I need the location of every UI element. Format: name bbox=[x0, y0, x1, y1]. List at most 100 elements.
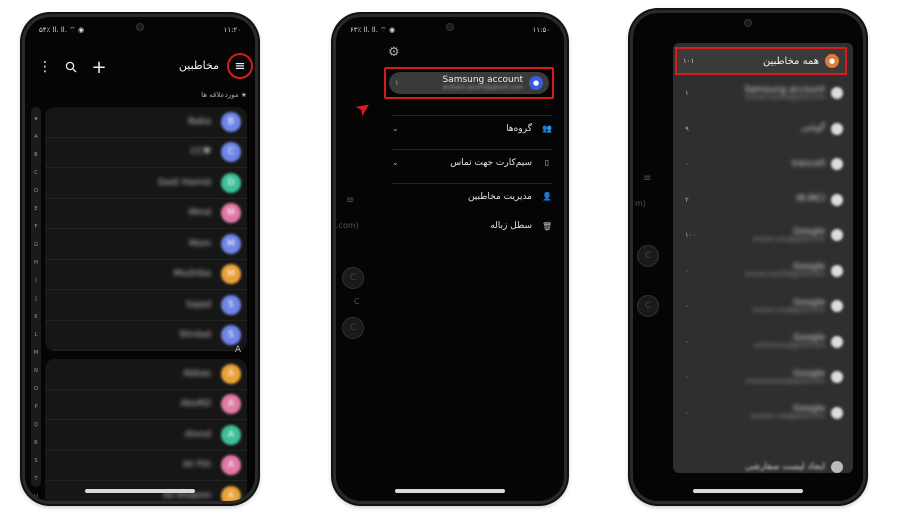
menu-icon-behind: ≡ bbox=[346, 195, 355, 206]
account-name: IR-MCI bbox=[796, 194, 826, 204]
hamburger-menu-icon[interactable]: ≡ bbox=[227, 53, 253, 79]
account-option[interactable]: ۱۰۰ Google arsham.sou@gmail.com bbox=[685, 223, 843, 247]
contact-row[interactable]: Shrdad S bbox=[45, 321, 247, 351]
samsung-account-highlight[interactable]: ۱ Samsung account arsham.sou93@gmail.com… bbox=[384, 67, 554, 99]
groups-icon: 👥 bbox=[542, 124, 552, 133]
avatar: C bbox=[221, 142, 241, 163]
contact-row[interactable]: Mom M bbox=[45, 229, 247, 260]
contact-row[interactable]: Mmd M bbox=[45, 199, 247, 229]
contact-name: Shrdad bbox=[179, 330, 211, 341]
index-letter[interactable]: S bbox=[34, 452, 37, 470]
contact-row[interactable]: Mozhiba M bbox=[45, 260, 247, 290]
home-indicator[interactable] bbox=[693, 489, 803, 493]
account-count: ۰ bbox=[685, 302, 689, 310]
account-option[interactable]: ۰ Google arshamholans@gmail.com bbox=[685, 365, 843, 389]
index-letter[interactable]: M bbox=[34, 344, 38, 362]
index-letter[interactable]: P bbox=[34, 398, 37, 416]
account-email: arshamholans@gmail.com bbox=[745, 377, 825, 385]
index-letter[interactable]: A bbox=[34, 128, 37, 146]
index-letter[interactable]: D bbox=[34, 182, 38, 200]
contact-row[interactable]: Dadi Hamid D bbox=[45, 168, 247, 199]
drawer-item-label: سطل زباله bbox=[490, 221, 532, 231]
index-letter[interactable]: Q bbox=[34, 416, 38, 434]
index-letter[interactable]: N bbox=[34, 362, 38, 380]
index-letter[interactable]: C bbox=[34, 164, 38, 182]
account-email: arsham.n.sb@gmail.com bbox=[750, 413, 825, 420]
account-icon bbox=[831, 300, 843, 312]
account-option[interactable]: ۹ گوشی bbox=[685, 117, 843, 141]
account-icon bbox=[831, 335, 843, 348]
account-count: ۱ bbox=[685, 89, 689, 97]
account-option[interactable]: ۰ Irancell bbox=[685, 152, 843, 176]
account-option[interactable]: ۰ Google arsham.n.sb@gmail.com bbox=[685, 401, 843, 425]
account-count: ۰ bbox=[685, 337, 689, 346]
samsung-account-email: arsham.sou93@gmail.com bbox=[442, 83, 523, 91]
account-name: Irancell bbox=[791, 158, 825, 169]
contact-row[interactable]: Abbas A bbox=[45, 359, 247, 390]
avatar: M bbox=[221, 264, 241, 285]
search-icon[interactable] bbox=[61, 57, 81, 77]
index-letter[interactable]: G bbox=[34, 236, 38, 254]
all-contacts-count: ۱۰۱ bbox=[683, 57, 695, 65]
account-icon bbox=[831, 193, 843, 206]
drawer-item-label: مدیریت مخاطبین bbox=[467, 191, 532, 202]
index-letter[interactable]: I bbox=[35, 272, 36, 290]
contact-row[interactable]: Baba B bbox=[45, 107, 247, 138]
more-options-icon[interactable]: ⋮ bbox=[35, 57, 55, 77]
front-camera bbox=[744, 19, 752, 27]
index-letter[interactable]: T bbox=[34, 470, 37, 488]
contact-name: Mom bbox=[188, 238, 211, 249]
contact-name: Dadi Hamid bbox=[158, 177, 211, 188]
avatar: D bbox=[221, 172, 241, 193]
index-letter[interactable]: L bbox=[35, 326, 38, 344]
account-option[interactable]: ۰ Google arsham.sou93@gmail.com bbox=[685, 259, 843, 283]
account-icon bbox=[831, 264, 843, 277]
index-letter[interactable]: R bbox=[34, 434, 37, 452]
index-letter[interactable]: J bbox=[35, 290, 36, 308]
alphabet-index-scrollbar[interactable]: ★ABCDEFGHIJKLMNOPQRSTUV bbox=[31, 107, 41, 500]
account-email: arsham.sou93@gmail.com bbox=[744, 271, 825, 278]
account-option[interactable]: ۲ IR-MCI bbox=[685, 188, 843, 212]
phone-account-filter: ≡ m) C C ۱۰۱ همه مخاطبین ● ۱ Samsung acco… bbox=[630, 10, 866, 504]
index-letter[interactable]: E bbox=[34, 200, 37, 218]
create-custom-list-option[interactable]: ایجاد لیست سفارشی bbox=[685, 455, 843, 479]
front-camera bbox=[136, 23, 144, 31]
contact-row[interactable]: Ahmd A bbox=[45, 420, 247, 451]
add-contact-icon[interactable]: + bbox=[89, 57, 109, 78]
index-letter[interactable]: B bbox=[34, 146, 37, 164]
behind-text: .com) bbox=[336, 221, 359, 230]
account-option[interactable]: ۱ Samsung account arsham.sou93@gmail.com bbox=[685, 81, 843, 105]
index-letter[interactable]: F bbox=[35, 218, 38, 236]
avatar: A bbox=[221, 485, 241, 501]
contact-name: Ahmd bbox=[184, 429, 211, 440]
drawer-item-trash[interactable]: ⌄ سطل زباله 🗑 bbox=[392, 213, 552, 239]
contact-row[interactable]: AboRD A bbox=[45, 390, 247, 420]
account-email: arsham.sou93@gmail.com bbox=[744, 93, 825, 101]
home-indicator[interactable] bbox=[395, 489, 505, 493]
contact-row[interactable]: Ali Fth A bbox=[45, 451, 247, 481]
settings-gear-icon[interactable]: ⚙ bbox=[388, 45, 400, 60]
drawer-item-manage-contacts[interactable]: ⌄ مدیریت مخاطبین 👤 bbox=[392, 183, 552, 209]
avatar: S bbox=[221, 325, 241, 346]
contact-row[interactable]: Sajad S bbox=[45, 290, 247, 321]
status-clock: ۵۴٪ ll. ll. ⌔ ◉ bbox=[39, 25, 85, 34]
account-email: arsham.sou@gmail.com bbox=[752, 306, 826, 314]
index-letter[interactable]: H bbox=[34, 254, 38, 272]
contact-name: Mozhiba bbox=[173, 269, 211, 280]
account-option[interactable]: ۰ Google arsham.sou@gmail.com bbox=[685, 294, 843, 318]
contact-row[interactable]: CC♥ C bbox=[45, 138, 247, 168]
home-indicator[interactable] bbox=[85, 489, 195, 493]
index-letter[interactable]: O bbox=[34, 380, 38, 398]
index-letter[interactable]: ★ bbox=[34, 110, 38, 128]
samsung-account-icon: ● bbox=[529, 76, 543, 90]
avatar: A bbox=[221, 455, 241, 476]
account-option[interactable]: ۰ Google arshamsou@gmail.com bbox=[685, 330, 843, 354]
index-letter[interactable]: U bbox=[34, 488, 38, 501]
person-icon: ● bbox=[825, 54, 839, 68]
drawer-item-label: سیم‌کارت جهت تماس bbox=[450, 157, 532, 168]
index-letter[interactable]: K bbox=[34, 308, 37, 326]
all-contacts-option[interactable]: ۱۰۱ همه مخاطبین ● bbox=[675, 47, 847, 75]
chevron-down-icon: ⌄ bbox=[392, 124, 399, 133]
drawer-item-groups[interactable]: ⌄ گروه‌ها 👥 bbox=[392, 115, 552, 141]
drawer-item-sim[interactable]: ⌄ سیم‌کارت جهت تماس ▯ bbox=[392, 149, 552, 175]
